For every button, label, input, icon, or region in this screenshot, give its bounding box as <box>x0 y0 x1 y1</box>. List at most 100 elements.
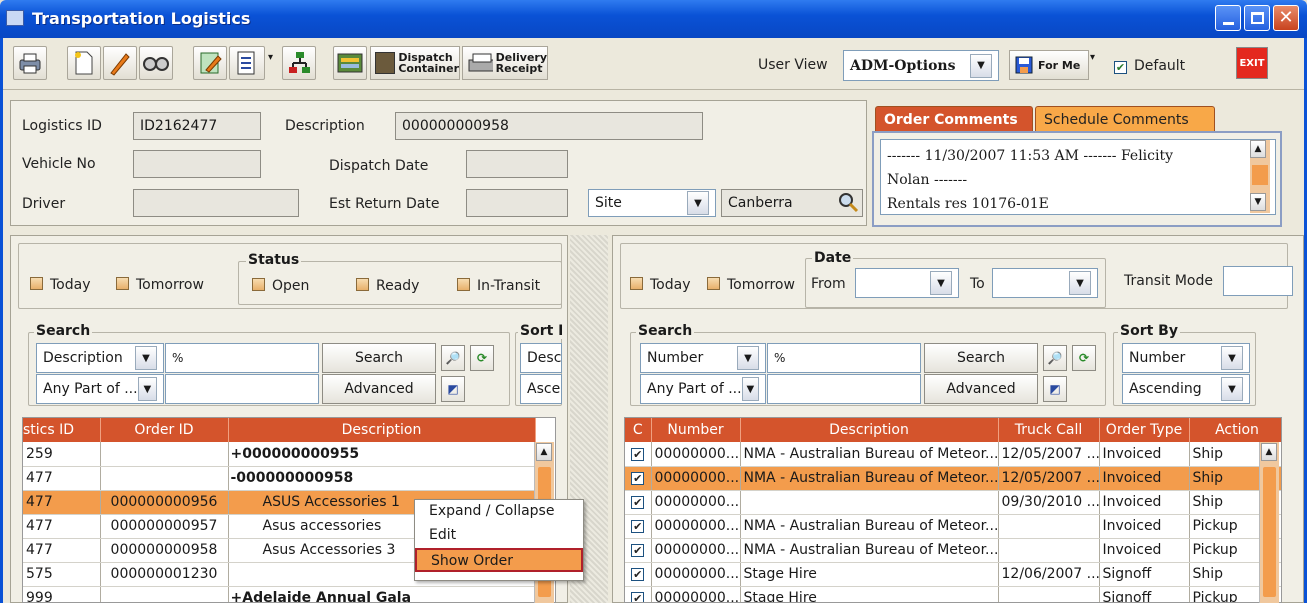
comments-scrollbar[interactable]: ▲ ▼ <box>1250 140 1270 213</box>
left-search-input[interactable]: % <box>165 343 319 373</box>
left-search-button[interactable]: Search <box>322 343 436 373</box>
ready-checkbox[interactable]: Ready <box>356 278 419 294</box>
row-checkbox[interactable]: ✔ <box>625 586 652 602</box>
row-checkbox[interactable]: ✔ <box>625 562 652 587</box>
comments-text[interactable]: ------- 11/30/2007 11:53 AM ------- Feli… <box>880 139 1276 215</box>
from-date-field[interactable]: ▼ <box>855 268 959 298</box>
column-header[interactable]: Truck Call <box>998 418 1100 442</box>
open-checkbox[interactable]: Open <box>252 278 309 294</box>
row-checkbox[interactable]: ✔ <box>625 490 652 515</box>
right-search-input[interactable]: % <box>767 343 921 373</box>
column-header[interactable]: Description <box>228 418 536 442</box>
row-checkbox[interactable]: ✔ <box>625 466 652 491</box>
close-button[interactable]: ✕ <box>1273 5 1299 31</box>
right-sort-field-select[interactable]: Number ▼ <box>1122 343 1250 373</box>
row-checkbox[interactable]: ✔ <box>625 514 652 539</box>
tab-order-comments[interactable]: Order Comments <box>875 106 1033 132</box>
right-search-field-select[interactable]: Number ▼ <box>640 343 766 373</box>
search-icon[interactable] <box>837 191 859 213</box>
new-button[interactable] <box>67 46 101 80</box>
table-row[interactable]: 259 +000000000955 <box>23 442 536 467</box>
edit-button[interactable] <box>103 46 137 80</box>
chevron-down-icon[interactable]: ▼ <box>137 377 157 401</box>
report-dropdown-icon[interactable]: ▾ <box>268 52 278 74</box>
menu-item-edit[interactable]: Edit <box>415 524 583 548</box>
advanced-search-icon[interactable]: ◩ <box>441 376 465 402</box>
chevron-down-icon[interactable]: ▼ <box>1221 377 1243 401</box>
today-checkbox[interactable]: Today <box>30 277 91 293</box>
table-row[interactable]: ✔ 00000000... NMA - Australian Bureau of M… <box>625 466 1281 491</box>
table-row[interactable]: ✔ 00000000... NMA - Australian Bureau of M… <box>625 442 1281 467</box>
left-advanced-button[interactable]: Advanced <box>322 374 436 404</box>
column-header[interactable]: Order Type <box>1099 418 1190 442</box>
chevron-down-icon[interactable]: ▼ <box>741 377 759 401</box>
refresh-icon[interactable]: ⟳ <box>1072 345 1096 371</box>
scroll-thumb[interactable] <box>1263 467 1276 597</box>
right-sort-dir-select[interactable]: Ascending ▼ <box>1122 374 1250 404</box>
chevron-down-icon[interactable]: ▼ <box>135 346 157 370</box>
minimize-button[interactable] <box>1215 5 1241 31</box>
report-button[interactable] <box>229 46 265 80</box>
tomorrow-checkbox[interactable]: Tomorrow <box>116 277 204 293</box>
find-button[interactable] <box>139 46 173 80</box>
exit-button[interactable]: EXIT <box>1236 47 1268 79</box>
table-row[interactable]: ✔ 00000000... 09/30/2010 ... Invoiced Ship <box>625 490 1281 515</box>
chevron-down-icon[interactable]: ▼ <box>687 191 709 215</box>
dispatch-container-button[interactable]: Dispatch Container <box>370 46 460 80</box>
print-button[interactable] <box>13 46 47 80</box>
left-search-field-select[interactable]: Description ▼ <box>36 343 164 373</box>
column-header[interactable]: C <box>625 418 652 442</box>
table-row[interactable]: ✔ 00000000... NMA - Australian Bureau of M… <box>625 514 1281 539</box>
right-table-scrollbar[interactable]: ▲ <box>1259 442 1279 603</box>
vehicle-no-field[interactable] <box>133 150 261 178</box>
default-checkbox[interactable]: ✔ Default <box>1114 58 1185 74</box>
table-row[interactable]: ✔ 00000000... Stage Hire Signoff Pickup <box>625 586 1281 602</box>
dispatch-date-field[interactable] <box>466 150 568 178</box>
right-advanced-button[interactable]: Advanced <box>924 374 1038 404</box>
table-row[interactable]: 999 +Adelaide Annual Gala <box>23 586 536 602</box>
site-type-select[interactable]: Site ▼ <box>588 189 716 217</box>
right-search-input-2[interactable] <box>767 374 921 404</box>
tree-button[interactable] <box>282 46 316 80</box>
menu-item-show-order[interactable]: Show Order <box>415 548 583 572</box>
transit-mode-select[interactable] <box>1223 266 1293 296</box>
right-tomorrow-checkbox[interactable]: Tomorrow <box>707 277 795 293</box>
chevron-down-icon[interactable]: ▼ <box>970 53 992 78</box>
driver-field[interactable] <box>133 189 299 217</box>
right-today-checkbox[interactable]: Today <box>630 277 691 293</box>
notes-button[interactable] <box>193 46 227 80</box>
scroll-thumb[interactable] <box>1252 165 1268 185</box>
column-header[interactable]: Description <box>740 418 999 442</box>
est-return-field[interactable] <box>466 189 568 217</box>
in-transit-checkbox[interactable]: In-Transit <box>457 278 540 294</box>
delivery-receipt-button[interactable]: Delivery Receipt <box>462 46 548 80</box>
for-me-button[interactable]: For Me <box>1009 50 1089 80</box>
right-search-match-select[interactable]: Any Part of ... ▼ <box>640 374 766 404</box>
row-checkbox[interactable]: ✔ <box>625 538 652 563</box>
to-date-field[interactable]: ▼ <box>992 268 1098 298</box>
table-row[interactable]: ✔ 00000000... Stage Hire 12/06/2007 ... Sign… <box>625 562 1281 587</box>
left-sort-field-select[interactable]: Desc <box>520 343 562 373</box>
scroll-up-icon[interactable]: ▲ <box>536 443 552 461</box>
refresh-icon[interactable]: ⟳ <box>470 345 494 371</box>
zoom-icon[interactable]: 🔎 <box>1043 345 1067 371</box>
chevron-down-icon[interactable]: ▼ <box>1069 271 1091 295</box>
user-view-select[interactable]: ADM-Options ▼ <box>843 50 999 81</box>
right-search-button[interactable]: Search <box>924 343 1038 373</box>
zoom-icon[interactable]: 🔎 <box>441 345 465 371</box>
scroll-down-icon[interactable]: ▼ <box>1250 193 1266 211</box>
for-me-dropdown-icon[interactable]: ▾ <box>1090 52 1095 63</box>
column-header[interactable]: stics ID <box>23 418 101 442</box>
table-row[interactable]: 477 -000000000958 <box>23 466 536 491</box>
advanced-search-icon[interactable]: ◩ <box>1043 376 1067 402</box>
maximize-button[interactable] <box>1244 5 1270 31</box>
column-header[interactable]: Order ID <box>100 418 229 442</box>
left-sort-dir-select[interactable]: Asce <box>520 374 562 404</box>
column-header[interactable]: Number <box>651 418 741 442</box>
description-field[interactable]: 000000000958 <box>395 112 703 140</box>
left-search-match-select[interactable]: Any Part of ... ▼ <box>36 374 164 404</box>
chevron-down-icon[interactable]: ▼ <box>737 346 759 370</box>
scroll-up-icon[interactable]: ▲ <box>1250 140 1266 158</box>
table-row[interactable]: ✔ 00000000... NMA - Australian Bureau of M… <box>625 538 1281 563</box>
column-header[interactable]: Action <box>1189 418 1281 442</box>
